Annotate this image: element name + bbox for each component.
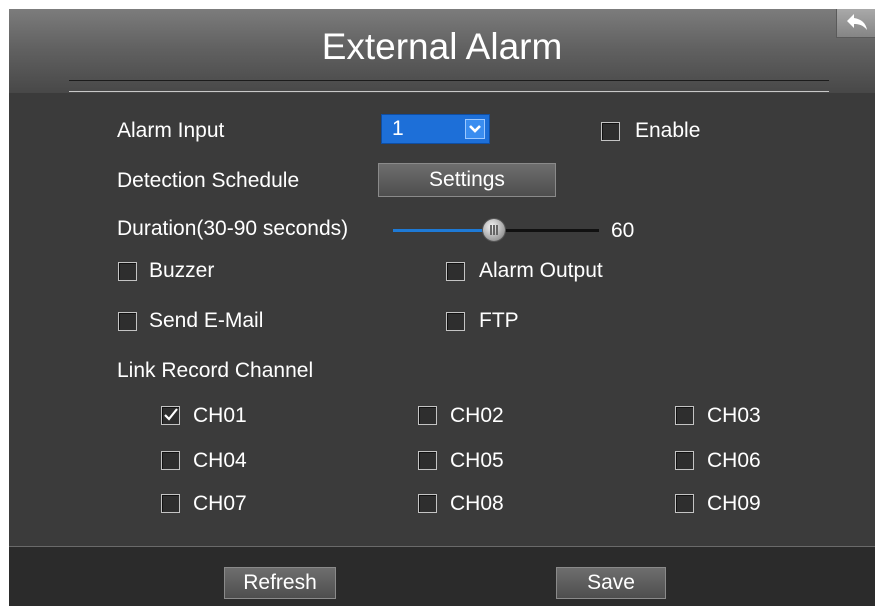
dropdown-button[interactable] bbox=[465, 119, 485, 139]
channel-ch02-checkbox[interactable] bbox=[418, 406, 437, 425]
channel-label: CH03 bbox=[707, 404, 761, 427]
ftp-label: FTP bbox=[479, 309, 519, 332]
checkmark-icon bbox=[164, 408, 178, 421]
channel-label: CH07 bbox=[193, 492, 247, 515]
enable-checkbox[interactable] bbox=[601, 122, 620, 141]
header-divider bbox=[69, 80, 829, 81]
external-alarm-dialog: External Alarm Alarm Input 1 Enable Dete… bbox=[9, 9, 875, 606]
enable-label: Enable bbox=[635, 119, 701, 142]
channel-ch09-checkbox[interactable] bbox=[675, 494, 694, 513]
channel-label: CH01 bbox=[193, 404, 247, 427]
settings-button[interactable]: Settings bbox=[378, 163, 556, 197]
channel-label: CH02 bbox=[450, 404, 504, 427]
back-button[interactable] bbox=[836, 9, 875, 38]
duration-label: Duration(30-90 seconds) bbox=[117, 217, 349, 240]
alarm-output-checkbox[interactable] bbox=[446, 262, 465, 281]
channel-ch03-checkbox[interactable] bbox=[675, 406, 694, 425]
duration-slider-thumb[interactable] bbox=[483, 219, 505, 241]
chevron-down-icon bbox=[469, 125, 481, 133]
channel-label: CH04 bbox=[193, 449, 247, 472]
channel-ch07-checkbox[interactable] bbox=[161, 494, 180, 513]
header-divider-highlight bbox=[69, 91, 829, 92]
link-record-channel-label: Link Record Channel bbox=[117, 359, 314, 382]
dialog-footer: Refresh Save bbox=[9, 546, 875, 606]
channel-label: CH09 bbox=[707, 492, 761, 515]
alarm-output-label: Alarm Output bbox=[479, 259, 603, 282]
send-email-checkbox[interactable] bbox=[118, 312, 137, 331]
channel-ch05-checkbox[interactable] bbox=[418, 451, 437, 470]
channel-label: CH05 bbox=[450, 449, 504, 472]
alarm-input-label: Alarm Input bbox=[117, 119, 225, 142]
duration-slider-track[interactable] bbox=[491, 229, 599, 232]
channel-ch01-checkbox[interactable] bbox=[161, 406, 180, 425]
page-title: External Alarm bbox=[321, 26, 563, 67]
send-email-label: Send E-Mail bbox=[149, 309, 264, 332]
save-button[interactable]: Save bbox=[556, 567, 666, 599]
channel-ch08-checkbox[interactable] bbox=[418, 494, 437, 513]
channel-label: CH06 bbox=[707, 449, 761, 472]
buzzer-label: Buzzer bbox=[149, 259, 215, 282]
channel-ch06-checkbox[interactable] bbox=[675, 451, 694, 470]
back-arrow-icon bbox=[847, 14, 867, 30]
duration-slider-track-filled[interactable] bbox=[393, 229, 491, 232]
alarm-input-select[interactable]: 1 bbox=[381, 114, 490, 144]
buzzer-checkbox[interactable] bbox=[118, 262, 137, 281]
alarm-input-value: 1 bbox=[392, 117, 404, 140]
refresh-button[interactable]: Refresh bbox=[224, 567, 336, 599]
detection-schedule-label: Detection Schedule bbox=[117, 169, 300, 192]
channel-ch04-checkbox[interactable] bbox=[161, 451, 180, 470]
dialog-header: External Alarm bbox=[9, 9, 875, 93]
channel-label: CH08 bbox=[450, 492, 504, 515]
ftp-checkbox[interactable] bbox=[446, 312, 465, 331]
duration-value: 60 bbox=[611, 219, 635, 242]
